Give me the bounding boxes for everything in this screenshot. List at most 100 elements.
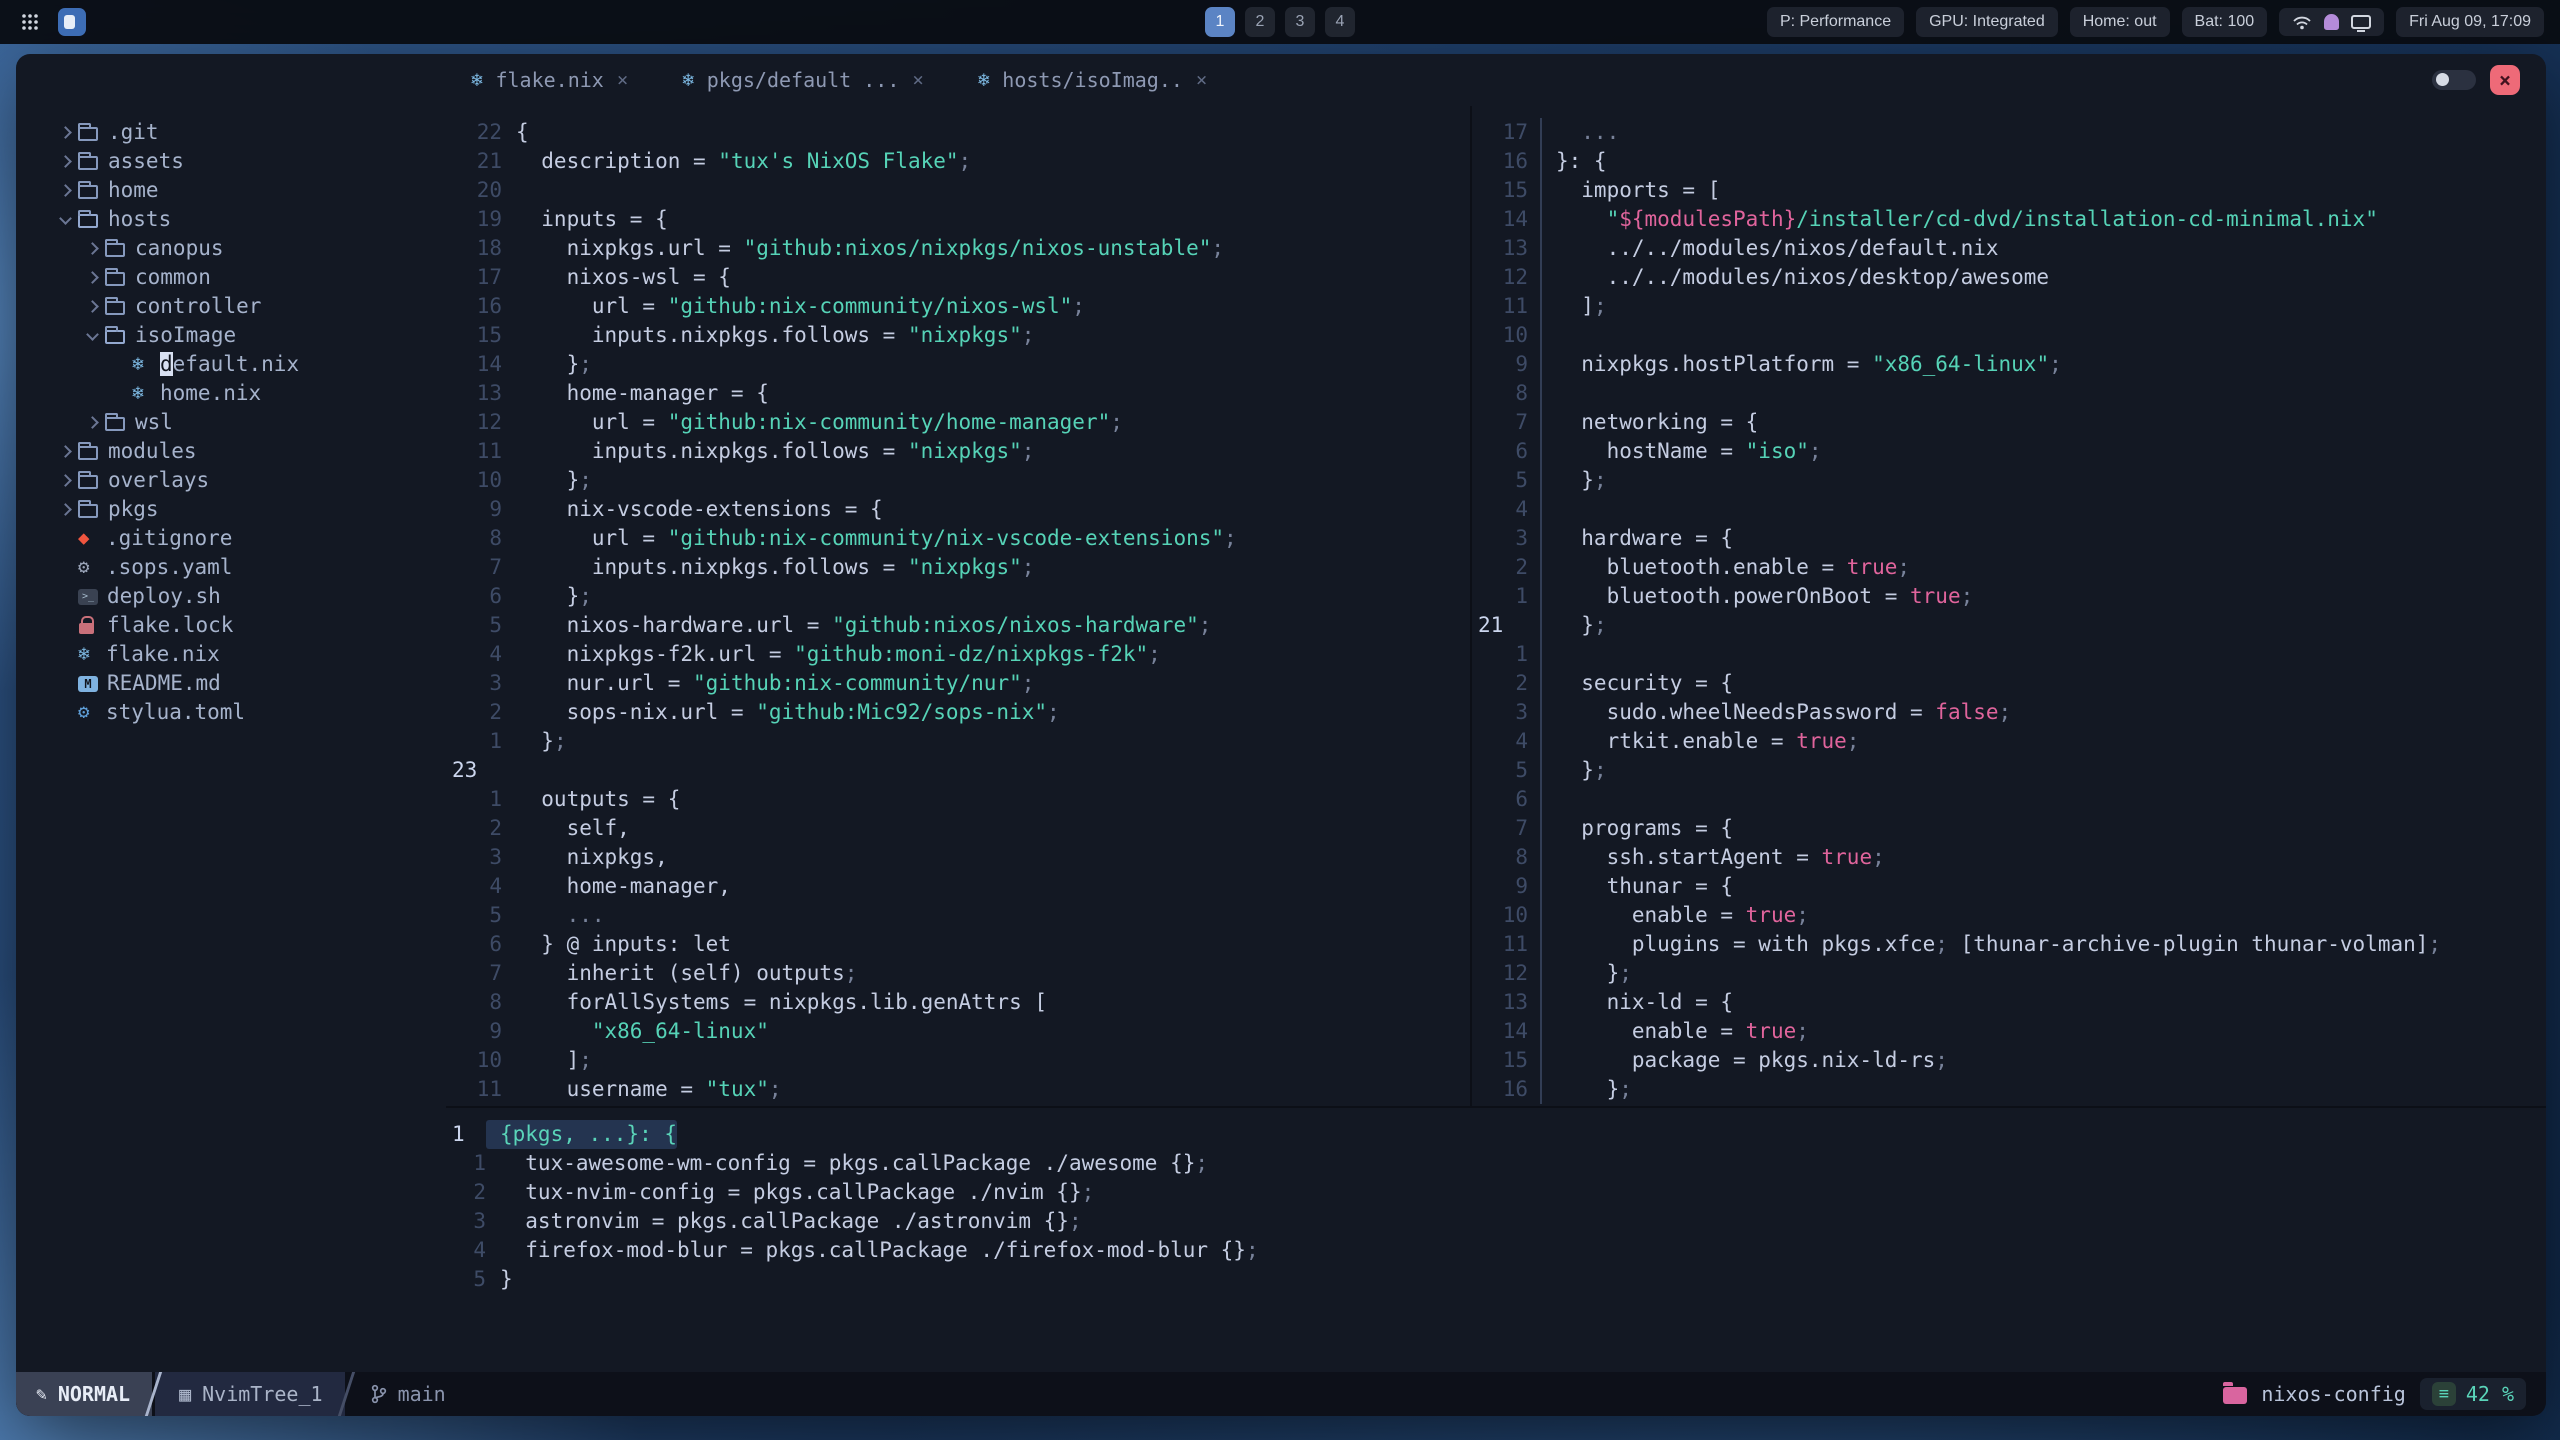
window-close-button[interactable]: × xyxy=(2490,65,2520,95)
code-line[interactable]: 1 bluetooth.powerOnBoot = true; xyxy=(1472,582,2546,611)
code-line[interactable]: 3 hardware = { xyxy=(1472,524,2546,553)
code-line[interactable]: 17 nixos-wsl = { xyxy=(446,263,1470,292)
code-line[interactable]: 14 }; xyxy=(446,350,1470,379)
code-line[interactable]: 4 rtkit.enable = true; xyxy=(1472,727,2546,756)
tree-file-default.nix[interactable]: ❄ default.nix xyxy=(56,350,446,379)
code-line[interactable]: 9 nix-vscode-extensions = { xyxy=(446,495,1470,524)
code-line[interactable]: 2 sops-nix.url = "github:Mic92/sops-nix"… xyxy=(446,698,1470,727)
tab-flake-nix[interactable]: ❄ flake.nix × xyxy=(471,68,628,92)
code-line[interactable]: 22 { xyxy=(446,118,1470,147)
code-line[interactable]: 8 ssh.startAgent = true; xyxy=(1472,843,2546,872)
code-line[interactable]: 5} xyxy=(446,1265,2546,1294)
code-line[interactable]: 4 firefox-mod-blur = pkgs.callPackage ./… xyxy=(446,1236,2546,1265)
apps-grid-button[interactable] xyxy=(16,8,44,36)
code-line[interactable]: 16}: { xyxy=(1472,147,2546,176)
window-toggle[interactable] xyxy=(2432,70,2476,90)
tab-hosts-isoimage[interactable]: ❄ hosts/isoImag.. × xyxy=(978,68,1208,92)
code-line[interactable]: 5 ... xyxy=(446,901,1470,930)
code-line[interactable]: 6 xyxy=(1472,785,2546,814)
code-line[interactable]: 4 nixpkgs-f2k.url = "github:moni-dz/nixp… xyxy=(446,640,1470,669)
tree-file-.gitignore[interactable]: ◆ .gitignore xyxy=(56,524,446,553)
workspace-button-2[interactable]: 2 xyxy=(1245,7,1275,37)
tree-file-home.nix[interactable]: ❄ home.nix xyxy=(56,379,446,408)
code-line[interactable]: 14 enable = true; xyxy=(1472,1017,2546,1046)
code-line[interactable]: 11 ]; xyxy=(1472,292,2546,321)
code-line[interactable]: 9 nixpkgs.hostPlatform = "x86_64-linux"; xyxy=(1472,350,2546,379)
workspace-button-1[interactable]: 1 xyxy=(1205,7,1235,37)
code-line[interactable]: 8 forAllSystems = nixpkgs.lib.genAttrs [ xyxy=(446,988,1470,1017)
code-line[interactable]: 1 outputs = { xyxy=(446,785,1470,814)
code-line[interactable]: 12 ../../modules/nixos/desktop/awesome xyxy=(1472,263,2546,292)
code-line[interactable]: 11 plugins = with pkgs.xfce; [thunar-arc… xyxy=(1472,930,2546,959)
code-line[interactable]: 1 {pkgs, ...}: { xyxy=(446,1120,2546,1149)
code-line[interactable]: 19 inputs = { xyxy=(446,205,1470,234)
code-line[interactable]: 2 security = { xyxy=(1472,669,2546,698)
editor-flake[interactable]: 22{21 description = "tux's NixOS Flake";… xyxy=(446,106,1470,1106)
code-line[interactable]: 8 xyxy=(1472,379,2546,408)
code-line[interactable]: 6 } @ inputs: let xyxy=(446,930,1470,959)
code-line[interactable]: 7 inherit (self) outputs; xyxy=(446,959,1470,988)
code-line[interactable]: 3 astronvim = pkgs.callPackage ./astronv… xyxy=(446,1207,2546,1236)
tree-folder-canopus[interactable]: canopus xyxy=(56,234,446,263)
code-line[interactable]: 15 imports = [ xyxy=(1472,176,2546,205)
code-line[interactable]: 6 hostName = "iso"; xyxy=(1472,437,2546,466)
tree-folder-wsl[interactable]: wsl xyxy=(56,408,446,437)
tree-folder-pkgs[interactable]: pkgs xyxy=(56,495,446,524)
tree-file-.sops.yaml[interactable]: ⚙ .sops.yaml xyxy=(56,553,446,582)
code-line[interactable]: 6 }; xyxy=(446,582,1470,611)
tree-file-flake.lock[interactable]: flake.lock xyxy=(56,611,446,640)
code-line[interactable]: 20 xyxy=(446,176,1470,205)
launcher-logo-button[interactable] xyxy=(58,8,86,36)
code-line[interactable]: 10 }; xyxy=(446,466,1470,495)
code-line[interactable]: 7 networking = { xyxy=(1472,408,2546,437)
code-line[interactable]: 10 xyxy=(1472,321,2546,350)
code-line[interactable]: 4 home-manager, xyxy=(446,872,1470,901)
tree-folder-isoImage[interactable]: isoImage xyxy=(56,321,446,350)
workspace-button-4[interactable]: 4 xyxy=(1325,7,1355,37)
tray-icons[interactable] xyxy=(2279,8,2385,36)
code-line[interactable]: 11 username = "tux"; xyxy=(446,1075,1470,1104)
code-line[interactable]: 7 inputs.nixpkgs.follows = "nixpkgs"; xyxy=(446,553,1470,582)
code-line[interactable]: 21 description = "tux's NixOS Flake"; xyxy=(446,147,1470,176)
workspace-button-3[interactable]: 3 xyxy=(1285,7,1315,37)
code-line[interactable]: 5 }; xyxy=(1472,466,2546,495)
file-tree[interactable]: .git assets home hosts canopus common controll… xyxy=(16,106,446,1372)
code-line[interactable]: 1 }; xyxy=(446,727,1470,756)
code-line[interactable]: 13 ../../modules/nixos/default.nix xyxy=(1472,234,2546,263)
tree-file-README.md[interactable]: M README.md xyxy=(56,669,446,698)
code-line[interactable]: 15 inputs.nixpkgs.follows = "nixpkgs"; xyxy=(446,321,1470,350)
code-line[interactable]: 2 self, xyxy=(446,814,1470,843)
code-line[interactable]: 16 }; xyxy=(1472,1075,2546,1104)
code-line[interactable]: 2 bluetooth.enable = true; xyxy=(1472,553,2546,582)
tree-file-flake.nix[interactable]: ❄ flake.nix xyxy=(56,640,446,669)
code-line[interactable]: 7 programs = { xyxy=(1472,814,2546,843)
code-line[interactable]: 13 home-manager = { xyxy=(446,379,1470,408)
editor-pkgs[interactable]: 1 {pkgs, ...}: {1 tux-awesome-wm-config =… xyxy=(446,1108,2546,1294)
code-line[interactable]: 17 ... xyxy=(1472,118,2546,147)
tab-close-icon[interactable]: × xyxy=(1196,69,1207,91)
code-line[interactable]: 15 package = pkgs.nix-ld-rs; xyxy=(1472,1046,2546,1075)
tree-folder-.git[interactable]: .git xyxy=(56,118,446,147)
code-line[interactable]: 12 url = "github:nix-community/home-mana… xyxy=(446,408,1470,437)
tab-close-icon[interactable]: × xyxy=(617,69,628,91)
tree-folder-controller[interactable]: controller xyxy=(56,292,446,321)
code-line[interactable]: 16 url = "github:nix-community/nixos-wsl… xyxy=(446,292,1470,321)
code-line[interactable]: 1 tux-awesome-wm-config = pkgs.callPacka… xyxy=(446,1149,2546,1178)
code-line[interactable]: 23 xyxy=(446,756,1470,785)
code-line[interactable]: 5 }; xyxy=(1472,756,2546,785)
tree-file-stylua.toml[interactable]: ⚙ stylua.toml xyxy=(56,698,446,727)
tree-file-deploy.sh[interactable]: >_ deploy.sh xyxy=(56,582,446,611)
tree-folder-common[interactable]: common xyxy=(56,263,446,292)
code-line[interactable]: 21 }; xyxy=(1472,611,2546,640)
code-line[interactable]: 10 enable = true; xyxy=(1472,901,2546,930)
code-line[interactable]: 8 url = "github:nix-community/nix-vscode… xyxy=(446,524,1470,553)
code-line[interactable]: 1 xyxy=(1472,640,2546,669)
code-line[interactable]: 3 nur.url = "github:nix-community/nur"; xyxy=(446,669,1470,698)
tree-folder-home[interactable]: home xyxy=(56,176,446,205)
code-line[interactable]: 9 thunar = { xyxy=(1472,872,2546,901)
code-line[interactable]: 9 "x86_64-linux" xyxy=(446,1017,1470,1046)
tree-folder-modules[interactable]: modules xyxy=(56,437,446,466)
code-line[interactable]: 3 sudo.wheelNeedsPassword = false; xyxy=(1472,698,2546,727)
code-line[interactable]: 18 nixpkgs.url = "github:nixos/nixpkgs/n… xyxy=(446,234,1470,263)
code-line[interactable]: 10 ]; xyxy=(446,1046,1470,1075)
